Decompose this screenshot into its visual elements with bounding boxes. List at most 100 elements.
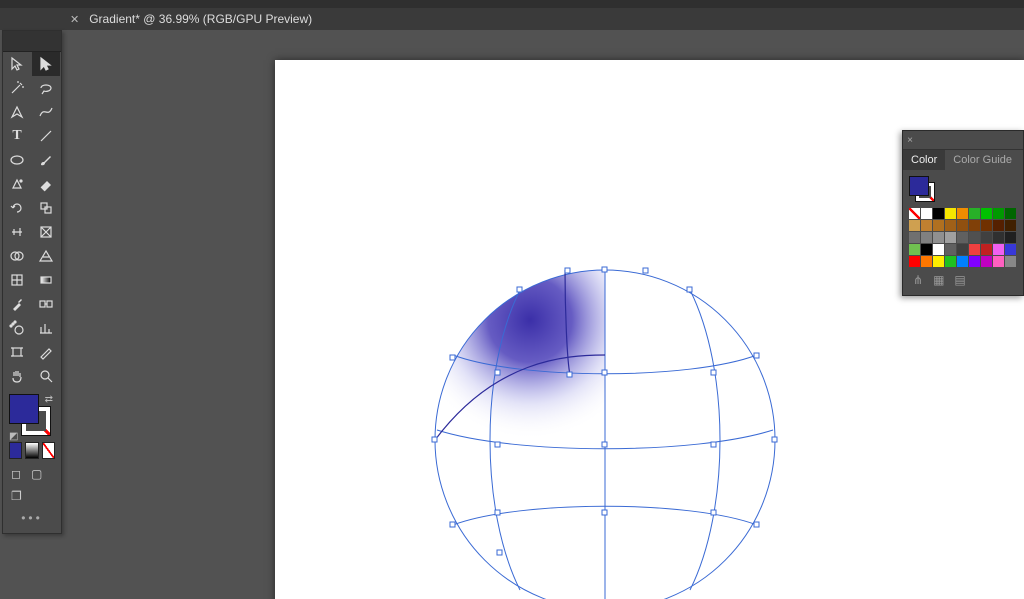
swatch[interactable] xyxy=(945,256,956,267)
swatch[interactable] xyxy=(909,220,920,231)
magic-wand-tool[interactable] xyxy=(3,76,31,100)
color-panel[interactable]: × Color Color Guide ⋔ ▦ ▤ xyxy=(902,130,1024,296)
fill-swatch[interactable] xyxy=(9,394,39,424)
swatch[interactable] xyxy=(921,232,932,243)
tab-close-icon[interactable]: ✕ xyxy=(70,13,79,26)
swatch[interactable] xyxy=(981,256,992,267)
swatch[interactable] xyxy=(993,244,1004,255)
swatch[interactable] xyxy=(969,256,980,267)
drawing-mode-icon[interactable]: ◻ xyxy=(11,467,21,481)
swatch[interactable] xyxy=(957,256,968,267)
swatch[interactable] xyxy=(993,208,1004,219)
width-tool[interactable] xyxy=(3,220,31,244)
canvas[interactable] xyxy=(0,30,1024,599)
perspective-grid-tool[interactable] xyxy=(32,244,60,268)
swatch[interactable] xyxy=(957,232,968,243)
swatch[interactable] xyxy=(945,208,956,219)
gradient-tool[interactable] xyxy=(32,268,60,292)
shaper-tool[interactable] xyxy=(3,172,31,196)
swatch[interactable] xyxy=(945,232,956,243)
swap-fill-stroke-icon[interactable]: ⇄ xyxy=(45,394,53,405)
swatch[interactable] xyxy=(1005,220,1016,231)
swatch[interactable] xyxy=(981,232,992,243)
swatch[interactable] xyxy=(993,232,1004,243)
swatch[interactable] xyxy=(957,220,968,231)
swatch[interactable] xyxy=(921,208,932,219)
symbol-sprayer-tool[interactable] xyxy=(3,316,31,340)
swatch[interactable] xyxy=(1005,232,1016,243)
swatch[interactable] xyxy=(933,208,944,219)
fill-stroke-indicator[interactable]: ⇄ ◩ xyxy=(9,394,55,442)
swatch[interactable] xyxy=(969,232,980,243)
eraser-tool[interactable] xyxy=(32,172,60,196)
change-screen-mode-icon[interactable]: ❐ xyxy=(11,489,22,503)
selection-tool[interactable] xyxy=(3,52,31,76)
artboard-tool[interactable] xyxy=(3,340,31,364)
paintbrush-tool[interactable] xyxy=(32,148,60,172)
free-transform-tool[interactable] xyxy=(32,220,60,244)
tools-panel-header[interactable] xyxy=(3,31,61,52)
swatch[interactable] xyxy=(909,244,920,255)
color-mode-solid[interactable] xyxy=(9,442,22,459)
panel-close-icon[interactable]: × xyxy=(903,135,917,146)
swatch[interactable] xyxy=(969,244,980,255)
document-tab-bar[interactable]: ✕ Gradient* @ 36.99% (RGB/GPU Preview) xyxy=(0,8,1024,31)
column-graph-tool[interactable] xyxy=(32,316,60,340)
default-fill-stroke-icon[interactable]: ◩ xyxy=(9,431,18,442)
line-segment-tool[interactable] xyxy=(32,124,60,148)
swatch[interactable] xyxy=(909,256,920,267)
swatch[interactable] xyxy=(993,256,1004,267)
swatch[interactable] xyxy=(957,208,968,219)
swatch[interactable] xyxy=(921,220,932,231)
scale-tool[interactable] xyxy=(32,196,60,220)
screen-mode-icon[interactable]: ▢ xyxy=(31,467,42,481)
swatch[interactable] xyxy=(945,220,956,231)
tab-color[interactable]: Color xyxy=(903,150,945,170)
slice-tool[interactable] xyxy=(32,340,60,364)
swatch[interactable] xyxy=(933,256,944,267)
panel-fill-stroke[interactable] xyxy=(909,176,935,202)
swatch[interactable] xyxy=(981,244,992,255)
swatch[interactable] xyxy=(921,244,932,255)
swatch[interactable] xyxy=(981,208,992,219)
blend-tool[interactable] xyxy=(32,292,60,316)
swatch[interactable] xyxy=(969,208,980,219)
swatch[interactable] xyxy=(921,256,932,267)
swatch[interactable] xyxy=(993,220,1004,231)
show-swatch-kinds-icon[interactable]: ▦ xyxy=(933,273,944,287)
shape-builder-tool[interactable] xyxy=(3,244,31,268)
swatch[interactable] xyxy=(1005,256,1016,267)
swatch-libraries-icon[interactable]: ⋔ xyxy=(913,273,923,287)
swatch[interactable] xyxy=(981,220,992,231)
swatch[interactable] xyxy=(933,232,944,243)
swatch[interactable] xyxy=(1005,208,1016,219)
swatch[interactable] xyxy=(957,244,968,255)
swatch[interactable] xyxy=(1005,244,1016,255)
swatch-options-icon[interactable]: ▤ xyxy=(954,273,965,287)
type-tool[interactable]: T xyxy=(3,124,31,148)
swatch[interactable] xyxy=(909,208,920,219)
swatch[interactable] xyxy=(933,220,944,231)
pen-tool[interactable] xyxy=(3,100,31,124)
mesh-tool[interactable] xyxy=(3,268,31,292)
curvature-tool[interactable] xyxy=(32,100,60,124)
tab-title[interactable]: Gradient* @ 36.99% (RGB/GPU Preview) xyxy=(89,12,312,26)
lasso-tool[interactable] xyxy=(32,76,60,100)
zoom-tool[interactable] xyxy=(32,364,60,388)
swatch[interactable] xyxy=(933,244,944,255)
swatch[interactable] xyxy=(969,220,980,231)
rotate-tool[interactable] xyxy=(3,196,31,220)
swatch[interactable] xyxy=(909,232,920,243)
color-mode-none[interactable] xyxy=(42,442,55,459)
color-mode-gradient[interactable] xyxy=(25,442,38,459)
hand-tool[interactable] xyxy=(3,364,31,388)
tools-panel[interactable]: T ⇄ ◩ ◻ ▢ ❐ ••• xyxy=(2,30,62,534)
panel-fill-swatch[interactable] xyxy=(909,176,929,196)
direct-selection-tool[interactable] xyxy=(32,52,60,76)
tab-color-guide[interactable]: Color Guide xyxy=(945,150,1020,170)
swatch[interactable] xyxy=(945,244,956,255)
menu-bar[interactable] xyxy=(0,0,1024,8)
edit-toolbar-icon[interactable]: ••• xyxy=(3,507,61,533)
ellipse-tool[interactable] xyxy=(3,148,31,172)
eyedropper-tool[interactable] xyxy=(3,292,31,316)
